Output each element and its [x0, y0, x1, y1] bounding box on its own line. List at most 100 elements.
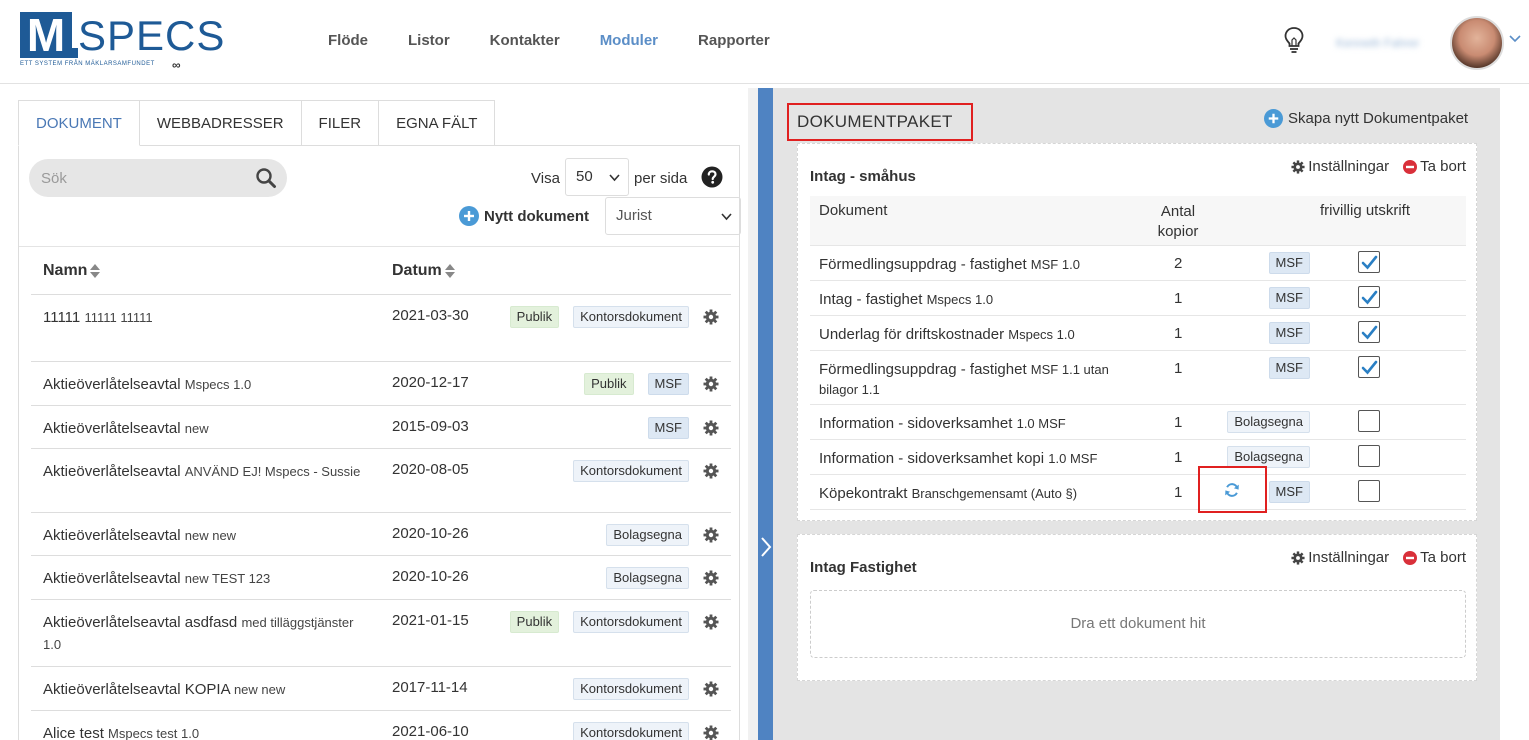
- package-title: Intag Fastighet: [810, 559, 917, 576]
- document-name: Aktieöverlåtelseavtal asdfasd med tilläg…: [43, 612, 373, 656]
- document-name: 11111 11111 11111: [43, 307, 373, 329]
- gear-icon[interactable]: [703, 309, 719, 325]
- gear-icon[interactable]: [703, 570, 719, 586]
- help-icon[interactable]: [701, 166, 723, 188]
- per-page-select[interactable]: 50: [565, 158, 629, 196]
- table-row[interactable]: Aktieöverlåtelseavtal new TEST 123 2020-…: [31, 556, 731, 600]
- table-row[interactable]: Aktieöverlåtelseavtal new new 2020-10-26…: [31, 513, 731, 556]
- gear-icon[interactable]: [703, 681, 719, 697]
- package-document-badges: MSF: [1230, 322, 1310, 344]
- search-icon[interactable]: [255, 167, 277, 189]
- package-document-row[interactable]: Intag - fastighet Mspecs 1.0 1 MSF: [810, 281, 1466, 316]
- package-document-row[interactable]: Köpekontrakt Branschgemensamt (Auto §) 1…: [810, 475, 1466, 510]
- status-badge: Publik: [509, 611, 560, 633]
- copies-count[interactable]: 1: [1174, 360, 1182, 377]
- optional-print-checkbox[interactable]: [1358, 321, 1380, 343]
- package-table-header: Dokument Antal kopior frivillig utskrift: [810, 196, 1466, 246]
- package-document-row[interactable]: Information - sidoverksamhet 1.0 MSF 1 B…: [810, 405, 1466, 440]
- delete-label: Ta bort: [1420, 158, 1466, 175]
- copies-count[interactable]: 2: [1174, 255, 1182, 272]
- panel-toggle-bar[interactable]: [758, 88, 773, 740]
- document-title: Aktieöverlåtelseavtal: [43, 463, 181, 480]
- scrollbar-track[interactable]: [748, 88, 758, 740]
- panel-title: DOKUMENTPAKET: [787, 103, 973, 141]
- copies-count[interactable]: 1: [1174, 449, 1182, 466]
- copies-count[interactable]: 1: [1174, 484, 1182, 501]
- document-badges: Bolagsegna: [459, 567, 689, 589]
- delete-button[interactable]: Ta bort: [1403, 549, 1466, 566]
- logo-word: SPECS: [78, 12, 226, 59]
- new-document-button[interactable]: Nytt dokument: [459, 205, 589, 227]
- gear-icon[interactable]: [703, 614, 719, 630]
- chevron-right-icon[interactable]: [760, 536, 772, 558]
- nav-listor[interactable]: Listor: [388, 30, 470, 52]
- copies-count[interactable]: 1: [1174, 414, 1182, 431]
- column-date[interactable]: Datum: [392, 262, 455, 280]
- settings-button[interactable]: Inställningar: [1291, 549, 1389, 566]
- document-title: Aktieöverlåtelseavtal asdfasd: [43, 614, 238, 631]
- document-tabs: DOKUMENT WEBBADRESSER FILER EGNA FÄLT: [18, 100, 496, 146]
- gear-icon[interactable]: [703, 463, 719, 479]
- document-dropzone[interactable]: Dra ett dokument hit: [810, 590, 1466, 658]
- package-document-row[interactable]: Information - sidoverksamhet kopi 1.0 MS…: [810, 440, 1466, 475]
- package-document-meta: MSF 1.0: [1030, 257, 1080, 272]
- settings-label: Inställningar: [1308, 549, 1390, 566]
- table-row[interactable]: Aktieöverlåtelseavtal asdfasd med tilläg…: [31, 600, 731, 667]
- avatar[interactable]: [1450, 16, 1504, 70]
- optional-print-checkbox[interactable]: [1358, 480, 1380, 502]
- nav-flode[interactable]: Flöde: [308, 30, 388, 52]
- settings-label: Inställningar: [1308, 158, 1390, 175]
- gear-icon[interactable]: [703, 420, 719, 436]
- table-row[interactable]: 11111 11111 11111 2021-03-30 Publik Kont…: [31, 295, 731, 362]
- table-row[interactable]: Aktieöverlåtelseavtal ANVÄND EJ! Mspecs …: [31, 449, 731, 513]
- sync-button[interactable]: [1198, 466, 1267, 513]
- nav-kontakter[interactable]: Kontakter: [470, 30, 580, 52]
- tab-filer[interactable]: FILER: [300, 100, 380, 146]
- nav-rapporter[interactable]: Rapporter: [678, 30, 790, 52]
- mspecs-logo[interactable]: M SPECS ETT SYSTEM FRÅN MÄKLARSAMFUNDET …: [20, 12, 224, 72]
- tab-webbadresser[interactable]: WEBBADRESSER: [138, 100, 302, 146]
- copies-count[interactable]: 1: [1174, 290, 1182, 307]
- chevron-down-icon[interactable]: [1508, 32, 1522, 46]
- sort-icon: [444, 264, 455, 278]
- table-row[interactable]: Alice test Mspecs test 1.0 2021-06-10 Ko…: [31, 711, 731, 740]
- status-badge: Publik: [584, 373, 634, 395]
- optional-print-checkbox[interactable]: [1358, 410, 1380, 432]
- document-date: 2017-11-14: [392, 679, 468, 696]
- package-document-badges: MSF: [1230, 357, 1310, 379]
- checkmark-icon: [1361, 255, 1378, 270]
- package-document-row[interactable]: Förmedlingsuppdrag - fastighet MSF 1.1 u…: [810, 351, 1466, 405]
- tab-dokument[interactable]: DOKUMENT: [18, 100, 140, 146]
- user-name[interactable]: Kenneth Fahrer: [1336, 36, 1444, 50]
- package-document-badges: MSF: [1230, 287, 1310, 309]
- table-row[interactable]: Aktieöverlåtelseavtal Mspecs 1.0 2020-12…: [31, 362, 731, 406]
- gear-icon[interactable]: [703, 725, 719, 740]
- chevron-down-icon: [609, 174, 620, 182]
- column-name[interactable]: Namn: [43, 262, 101, 280]
- lightbulb-icon[interactable]: [1282, 26, 1306, 54]
- optional-print-checkbox[interactable]: [1358, 356, 1380, 378]
- nav-moduler[interactable]: Moduler: [580, 30, 678, 52]
- logo-tagline: ETT SYSTEM FRÅN MÄKLARSAMFUNDET: [20, 61, 155, 67]
- package-document-row[interactable]: Förmedlingsuppdrag - fastighet MSF 1.0 2…: [810, 246, 1466, 281]
- status-badge: Bolagsegna: [1227, 446, 1310, 468]
- gear-icon[interactable]: [703, 527, 719, 543]
- minus-circle-icon: [1403, 550, 1418, 565]
- copies-count[interactable]: 1: [1174, 325, 1182, 342]
- optional-print-checkbox[interactable]: [1358, 445, 1380, 467]
- gear-icon[interactable]: [703, 376, 719, 392]
- package-document-row[interactable]: Underlag för driftskostnader Mspecs 1.0 …: [810, 316, 1466, 351]
- document-badges: MSF: [459, 417, 689, 439]
- tab-egna-falt[interactable]: EGNA FÄLT: [378, 100, 496, 146]
- column-name-label: Namn: [43, 262, 88, 279]
- settings-button[interactable]: Inställningar: [1291, 158, 1389, 175]
- delete-button[interactable]: Ta bort: [1403, 158, 1466, 175]
- table-row[interactable]: Aktieöverlåtelseavtal new 2015-09-03 MSF: [31, 406, 731, 449]
- document-badges: Publik Kontorsdokument: [459, 611, 689, 633]
- search-input[interactable]: [41, 159, 241, 197]
- role-select[interactable]: Jurist: [605, 197, 741, 235]
- create-package-button[interactable]: Skapa nytt Dokumentpaket: [1264, 109, 1468, 128]
- table-row[interactable]: Aktieöverlåtelseavtal KOPIA new new 2017…: [31, 667, 731, 711]
- optional-print-checkbox[interactable]: [1358, 286, 1380, 308]
- optional-print-checkbox[interactable]: [1358, 251, 1380, 273]
